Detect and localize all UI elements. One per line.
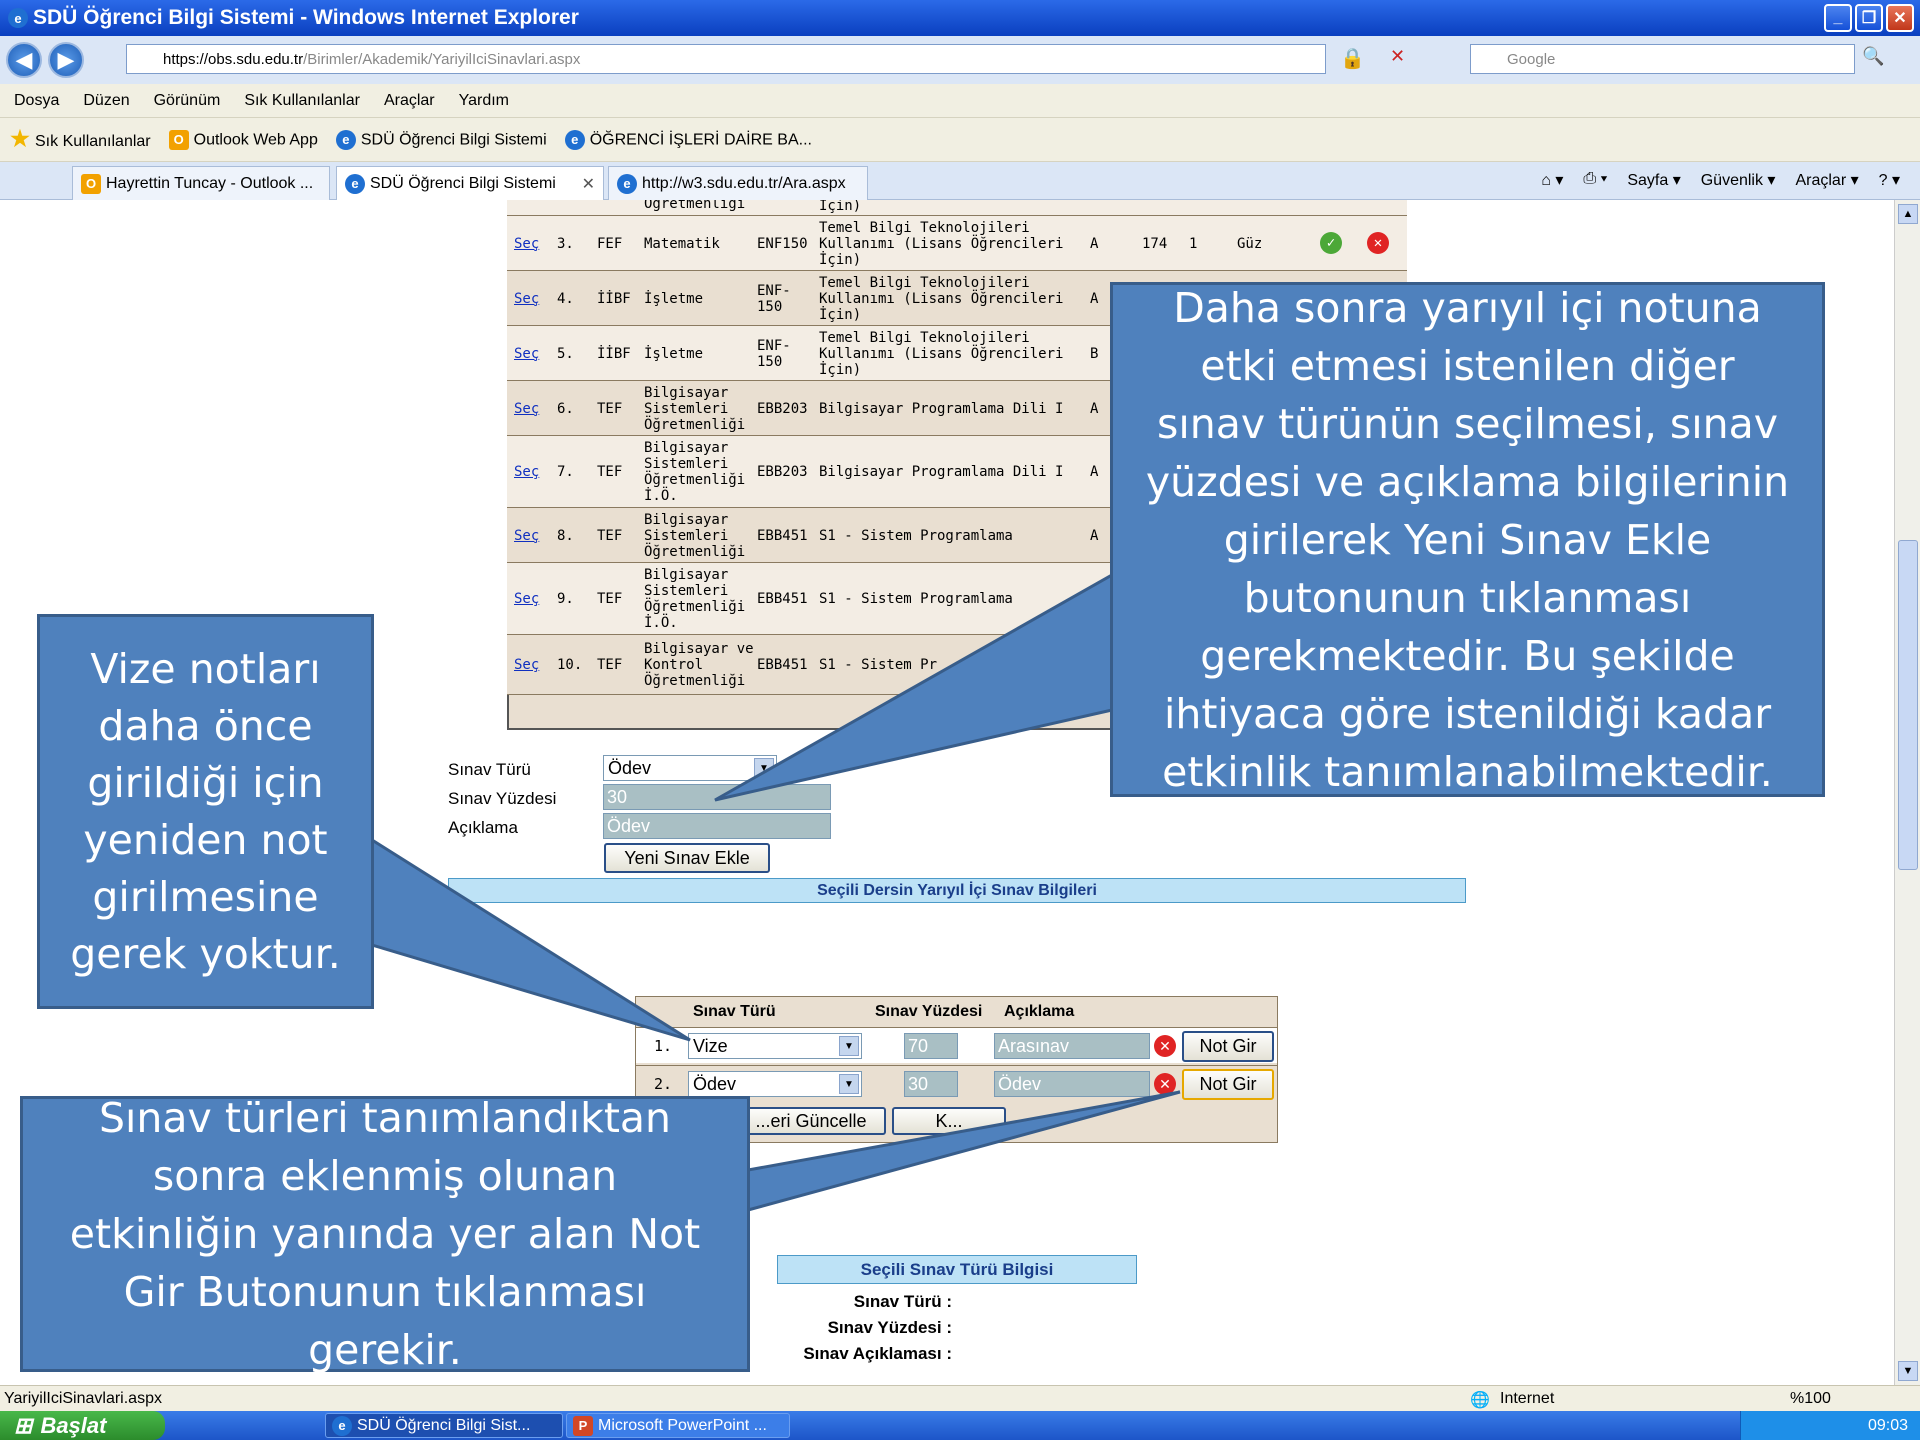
left-callout: Vize notları daha önce girildiği için ye… (37, 614, 374, 1009)
right-callout-tail (714, 572, 1114, 802)
bottom-callout-tail (746, 1090, 1181, 1212)
right-callout: Daha sonra yarıyıl içi notuna etki etmes… (1110, 282, 1825, 797)
left-callout-tail (370, 837, 691, 1042)
bottom-callout: Sınav türleri tanımlandıktan sonra eklen… (20, 1094, 750, 1374)
